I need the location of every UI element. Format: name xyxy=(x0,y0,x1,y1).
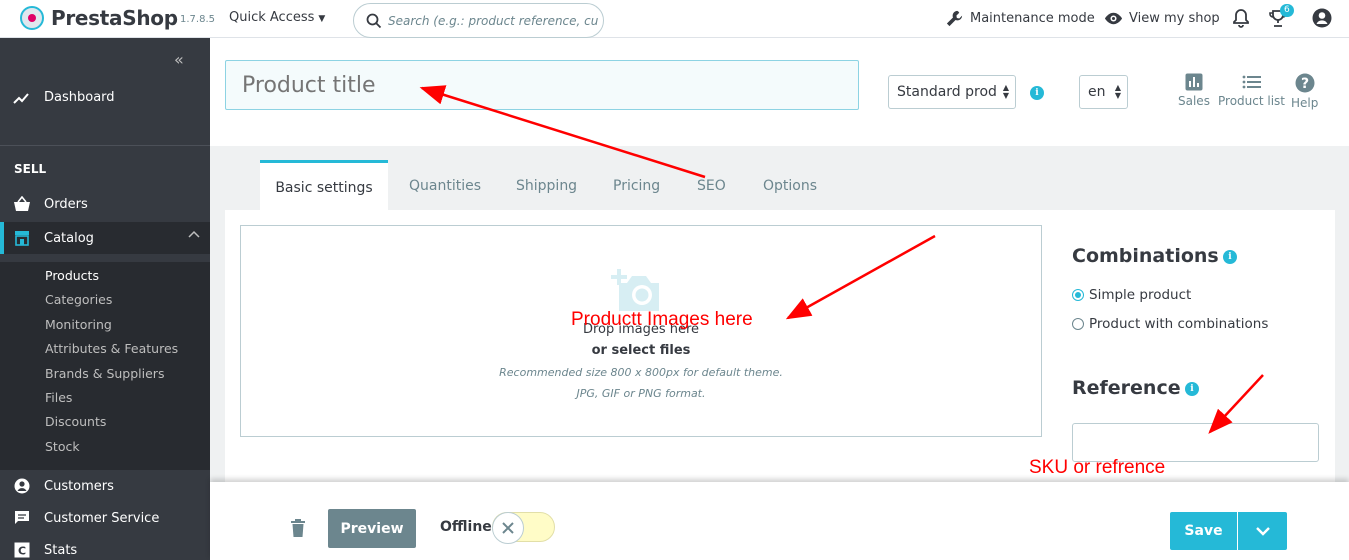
sku-annotation-label: SKU or refrence xyxy=(1029,457,1166,478)
images-annotation-arrow xyxy=(785,234,936,320)
images-annotation-label: Productt Images here xyxy=(571,309,753,330)
title-annotation-arrow xyxy=(419,85,706,179)
reference-annotation-arrow xyxy=(1208,374,1264,434)
